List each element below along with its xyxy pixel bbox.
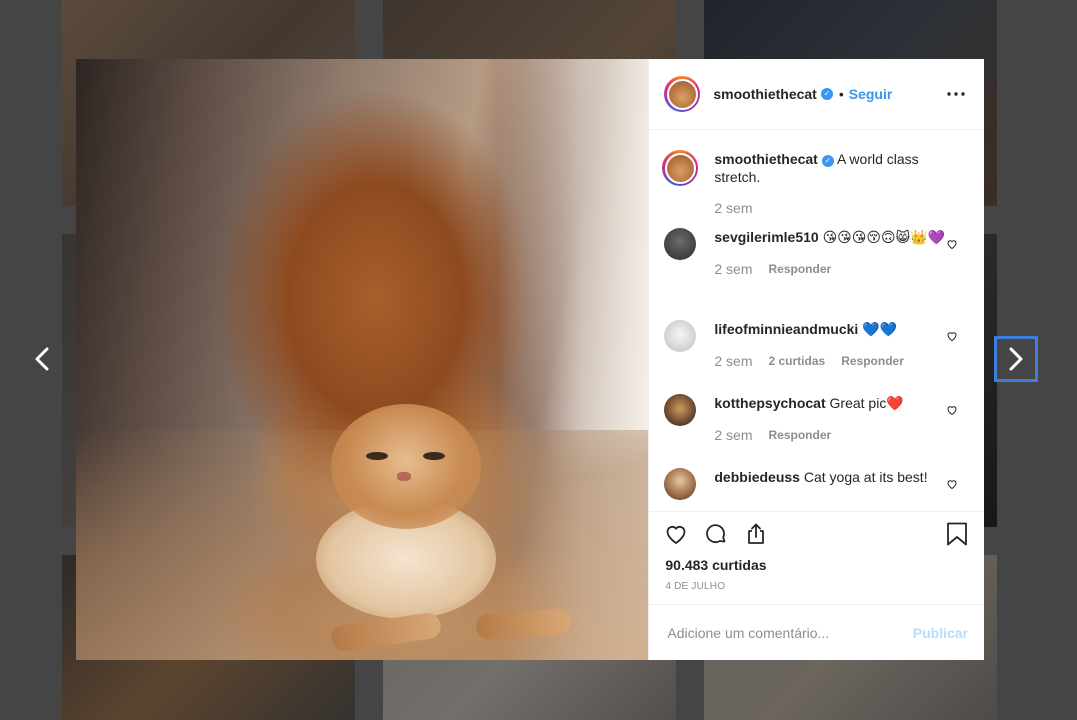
comment-body: lifeofminnieandmucki 💙💙 2 sem 2 curtidas… (714, 320, 968, 370)
photo-cat-face (331, 404, 481, 529)
comment-body: sevgilerimle510 😘😘😘😚🙃😸👑💜 2 sem Responder (714, 228, 968, 278)
caption-meta: 2 sem (714, 199, 968, 217)
comment-meta: 2 sem Responder (714, 426, 968, 444)
author-avatar[interactable] (664, 76, 701, 112)
chevron-right-icon (1009, 347, 1023, 371)
chevron-left-icon (35, 347, 49, 371)
post-modal: smoothiethecat ✓ • Seguir smoothiethecat… (76, 59, 984, 660)
comment-body: kotthepsychocat Great pic❤️ 2 sem Respon… (714, 394, 968, 444)
heart-icon[interactable] (946, 404, 958, 416)
comment-time[interactable]: 2 sem (714, 260, 752, 278)
heart-icon[interactable] (946, 238, 958, 250)
follow-button[interactable]: Seguir (849, 86, 893, 102)
comment-item: debbiedeuss Cat yoga at its best! (664, 468, 968, 500)
comment-icon (706, 524, 726, 544)
comment-text: Cat yoga at its best! (803, 469, 928, 485)
reply-button[interactable]: Responder (841, 352, 904, 370)
save-button[interactable] (944, 521, 970, 547)
comment-username[interactable]: kotthepsychocat (714, 395, 825, 411)
comment-username[interactable]: debbiedeuss (714, 469, 800, 485)
caption-body: smoothiethecat ✓ A world class stretch. 2… (714, 150, 968, 217)
share-icon (748, 523, 765, 544)
reply-button[interactable]: Responder (769, 260, 832, 278)
post-date[interactable]: 4 DE JULHO (649, 580, 984, 604)
verified-badge-icon: ✓ (821, 155, 834, 167)
more-options-button[interactable] (944, 82, 968, 106)
add-comment-form: Publicar (649, 604, 984, 660)
verified-badge-icon: ✓ (820, 88, 833, 100)
comment-avatar[interactable] (664, 394, 697, 426)
photo-cat-nose (397, 472, 411, 481)
post-photo[interactable] (76, 59, 649, 660)
previous-post-button[interactable] (20, 336, 64, 382)
heart-icon[interactable] (946, 330, 958, 342)
comment-likes[interactable]: 2 curtidas (769, 352, 826, 370)
comment-input[interactable] (665, 623, 913, 642)
post-header: smoothiethecat ✓ • Seguir (649, 59, 984, 130)
author-username[interactable]: smoothiethecat (713, 86, 816, 102)
comment-text: 💙💙 (862, 321, 898, 337)
comment-time[interactable]: 2 sem (714, 426, 752, 444)
caption: smoothiethecat ✓ A world class stretch. 2… (662, 150, 968, 217)
comment-text: 😘😘😘😚🙃😸👑💜 (822, 229, 945, 245)
author-avatar-image (666, 78, 698, 110)
comment-meta: 2 sem Responder (714, 260, 968, 278)
caption-avatar-image (664, 152, 696, 184)
comment-meta: 2 sem 2 curtidas Responder (714, 352, 968, 370)
comment-item: lifeofminnieandmucki 💙💙 2 sem 2 curtidas… (664, 320, 968, 370)
like-button[interactable] (663, 521, 689, 547)
comment-avatar[interactable] (664, 468, 697, 500)
reply-button[interactable]: Responder (769, 426, 832, 444)
comment-time[interactable]: 2 sem (714, 352, 752, 370)
comment-item: kotthepsychocat Great pic❤️ 2 sem Respon… (664, 394, 968, 444)
heart-icon[interactable] (946, 478, 958, 490)
caption-time[interactable]: 2 sem (714, 199, 752, 217)
comment-avatar[interactable] (664, 320, 697, 352)
share-button[interactable] (743, 521, 769, 547)
caption-avatar[interactable] (662, 150, 699, 186)
caption-username[interactable]: smoothiethecat (714, 151, 817, 167)
next-post-button[interactable] (994, 336, 1038, 382)
heart-icon (666, 526, 686, 545)
comment-item: sevgilerimle510 😘😘😘😚🙃😸👑💜 2 sem Responder (664, 228, 968, 278)
bookmark-icon (947, 522, 967, 546)
header-separator: • (838, 86, 844, 102)
publish-button[interactable]: Publicar (913, 625, 968, 641)
comment-username[interactable]: lifeofminnieandmucki (714, 321, 858, 337)
post-sidebar: smoothiethecat ✓ • Seguir smoothiethecat… (648, 59, 984, 660)
more-options-icon (947, 92, 965, 96)
comments-list[interactable]: smoothiethecat ✓ A world class stretch. 2… (649, 130, 984, 511)
likes-count[interactable]: 90.483 curtidas (649, 556, 984, 580)
photo-cat-eye (366, 452, 388, 460)
comment-username[interactable]: sevgilerimle510 (714, 229, 818, 245)
post-actions (649, 511, 984, 556)
comment-button[interactable] (703, 521, 729, 547)
comment-avatar[interactable] (664, 228, 697, 260)
comment-text: Great pic❤️ (829, 395, 904, 411)
photo-cat-eye (423, 452, 445, 460)
comment-body: debbiedeuss Cat yoga at its best! (714, 468, 968, 500)
